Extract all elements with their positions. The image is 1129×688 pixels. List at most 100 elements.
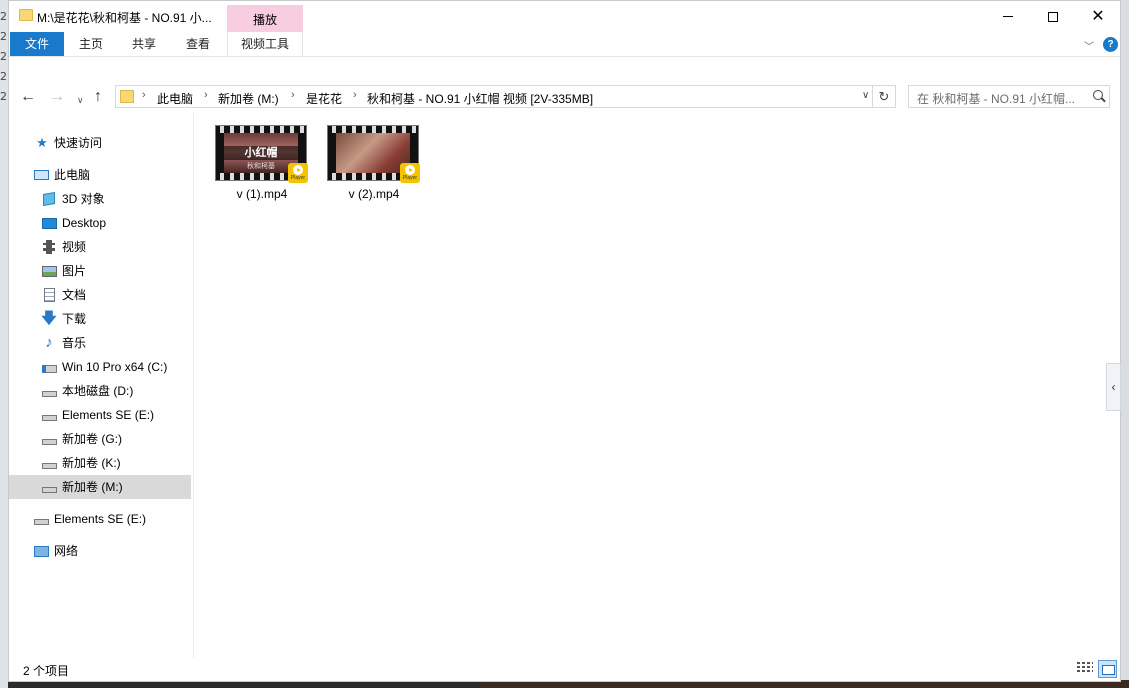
sidebar-item-label: Win 10 Pro x64 (C:): [62, 360, 168, 374]
sidebar-item-label: Desktop: [62, 216, 107, 230]
help-icon[interactable]: ?: [1103, 37, 1118, 52]
sidebar-item-label: 新加卷 (M:): [62, 480, 123, 494]
navigation-pane: ★ 快速访问 此电脑 3D 对象 Desktop 视频 图片 文档 🡇 下载 ♪…: [9, 121, 192, 651]
sidebar-item-pictures[interactable]: 图片: [9, 259, 191, 283]
breadcrumb-chevron-icon[interactable]: ›: [204, 89, 208, 101]
thumbnail-subcaption: 秋和柯基: [247, 163, 275, 170]
tab-view[interactable]: 查看: [174, 32, 222, 56]
back-arrow-icon[interactable]: ←: [20, 89, 36, 105]
expand-ribbon-icon[interactable]: ﹀: [1084, 38, 1094, 53]
context-tab-group-play: 播放: [227, 5, 303, 32]
drive-icon: [33, 512, 49, 526]
badge-label: Player: [290, 175, 306, 181]
breadcrumb-this-pc[interactable]: 此电脑: [157, 90, 193, 107]
file-item[interactable]: Player v (2).mp4: [326, 125, 422, 205]
sidebar-item-music[interactable]: ♪ 音乐: [9, 331, 191, 355]
sidebar-item-label: 此电脑: [54, 168, 91, 182]
film-strip-icon: [216, 126, 306, 133]
tab-video-tools[interactable]: 视频工具: [227, 32, 303, 56]
sidebar-item-drive-g[interactable]: 新加卷 (G:): [9, 427, 191, 451]
search-input[interactable]: 在 秋和柯基 - NO.91 小红帽...: [908, 85, 1110, 108]
sidebar-item-network[interactable]: 网络: [9, 539, 191, 563]
title-bar[interactable]: M:\是花花\秋和柯基 - NO.91 小... 播放 ✕: [9, 1, 1120, 32]
breadcrumb-drive-m[interactable]: 新加卷 (M:): [218, 90, 279, 107]
close-icon: ✕: [1091, 7, 1105, 25]
sidebar-item-videos[interactable]: 视频: [9, 235, 191, 259]
sidebar-item-documents[interactable]: 文档: [9, 283, 191, 307]
folder-icon: [120, 90, 134, 103]
sidebar-item-label: Elements SE (E:): [62, 408, 155, 422]
status-bar: 2 个项目: [9, 659, 1120, 681]
address-row: ← → ∨ ↑ › 此电脑 › 新加卷 (M:) › 是花花 › 秋和柯基 - …: [9, 81, 1120, 113]
explorer-window: M:\是花花\秋和柯基 - NO.91 小... 播放 ✕ 文件 主页 共享 查…: [8, 0, 1121, 682]
cube-icon: [41, 191, 57, 207]
sidebar-item-drive-d[interactable]: 本地磁盘 (D:): [9, 379, 191, 403]
breadcrumb-chevron-icon[interactable]: ›: [291, 89, 295, 101]
maximize-button[interactable]: [1030, 1, 1076, 32]
star-icon: ★: [36, 135, 48, 150]
sidebar-item-label: 图片: [62, 264, 87, 278]
address-bar[interactable]: › 此电脑 › 新加卷 (M:) › 是花花 › 秋和柯基 - NO.91 小红…: [115, 85, 873, 108]
player-badge-icon: Player: [400, 163, 420, 183]
badge-label: Player: [402, 175, 418, 181]
sidebar-item-label: 文档: [62, 288, 87, 302]
sidebar-item-drive-m[interactable]: 新加卷 (M:): [9, 475, 191, 499]
sidebar-item-label: 新加卷 (K:): [62, 456, 121, 470]
recent-locations-chevron-icon[interactable]: ∨: [77, 92, 84, 108]
sidebar-item-label: 本地磁盘 (D:): [62, 384, 134, 398]
item-count: 2 个项目: [23, 664, 70, 678]
background-left-strip: [0, 0, 8, 688]
breadcrumb-current-folder[interactable]: 秋和柯基 - NO.91 小红帽 视频 [2V-335MB]: [367, 90, 593, 107]
minimize-icon: [1003, 16, 1013, 17]
drive-icon: [41, 456, 57, 470]
desktop-icon: [41, 216, 57, 230]
sidebar-item-label: 视频: [62, 240, 87, 254]
sidebar-item-drive-k[interactable]: 新加卷 (K:): [9, 451, 191, 475]
up-arrow-icon[interactable]: ↑: [94, 89, 102, 105]
sidebar-item-label: 新加卷 (G:): [62, 432, 122, 446]
large-icons-view-icon[interactable]: [1098, 660, 1117, 678]
refresh-button[interactable]: ↻: [873, 85, 896, 108]
search-icon[interactable]: [1093, 90, 1103, 100]
breadcrumb-chevron-icon[interactable]: ›: [353, 89, 357, 101]
address-dropdown-icon[interactable]: ∨: [862, 90, 869, 101]
background-digit: 2: [0, 30, 7, 43]
document-icon: [41, 288, 57, 302]
close-button[interactable]: ✕: [1075, 1, 1121, 32]
tab-share[interactable]: 共享: [120, 32, 168, 56]
breadcrumb-chevron-icon[interactable]: ›: [142, 89, 146, 101]
sidebar-item-this-pc[interactable]: 此电脑: [9, 163, 191, 187]
file-item[interactable]: 小红帽 秋和柯基 Player v (1).mp4: [214, 125, 310, 205]
sidebar-item-elements-se[interactable]: Elements SE (E:): [9, 507, 191, 531]
breadcrumb-folder[interactable]: 是花花: [306, 90, 342, 107]
system-drive-icon: [41, 360, 57, 374]
sidebar-item-label: 3D 对象: [62, 192, 105, 206]
details-view-icon[interactable]: [1077, 662, 1093, 676]
file-name: v (2).mp4: [348, 187, 400, 201]
play-icon: [293, 165, 303, 175]
chevron-left-icon: ‹: [1111, 380, 1116, 394]
folder-icon: [19, 9, 33, 21]
maximize-icon: [1048, 11, 1058, 22]
sidebar-item-label: 快速访问: [54, 136, 103, 150]
sidebar-item-label: Elements SE (E:): [54, 512, 147, 526]
sidebar-item-downloads[interactable]: 🡇 下载: [9, 307, 191, 331]
preview-pane-toggle[interactable]: ‹: [1106, 363, 1121, 411]
tab-file[interactable]: 文件: [10, 32, 64, 56]
sidebar-item-drive-c[interactable]: Win 10 Pro x64 (C:): [9, 355, 191, 379]
forward-arrow-icon[interactable]: →: [49, 89, 65, 105]
sidebar-item-desktop[interactable]: Desktop: [9, 211, 191, 235]
drive-icon: [41, 480, 57, 494]
sidebar-item-quick-access[interactable]: ★ 快速访问: [9, 131, 191, 155]
film-strip-icon: [328, 126, 418, 133]
music-icon: ♪: [45, 334, 53, 351]
sidebar-item-label: 音乐: [62, 336, 87, 350]
file-name: v (1).mp4: [236, 187, 288, 201]
network-icon: [33, 544, 49, 558]
tab-home[interactable]: 主页: [68, 32, 114, 56]
minimize-button[interactable]: [985, 1, 1031, 32]
sidebar-item-drive-e[interactable]: Elements SE (E:): [9, 403, 191, 427]
sidebar-item-3d-objects[interactable]: 3D 对象: [9, 187, 191, 211]
sidebar-item-label: 网络: [54, 544, 79, 558]
player-badge-icon: Player: [288, 163, 308, 183]
